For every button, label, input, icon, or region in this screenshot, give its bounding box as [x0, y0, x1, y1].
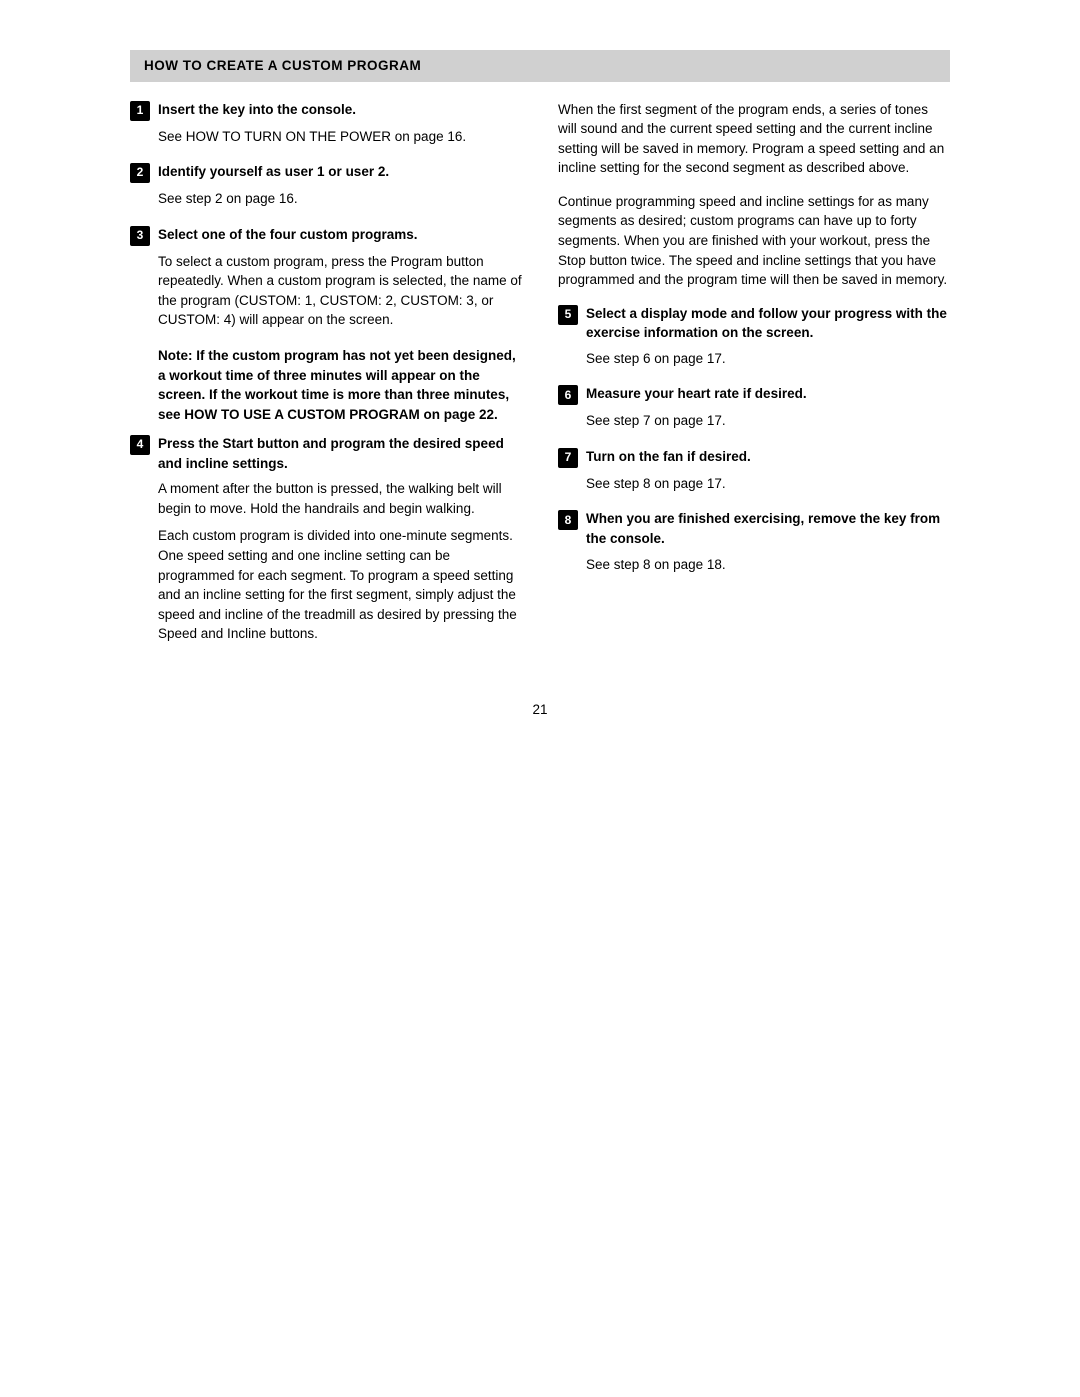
step-3-header: 3 Select one of the four custom programs…: [130, 225, 522, 246]
note-text: Note: If the custom program has not yet …: [158, 348, 516, 422]
step-5-title: Select a display mode and follow your pr…: [586, 304, 950, 343]
step-4-body: A moment after the button is pressed, th…: [158, 479, 522, 644]
step-2-number: 2: [130, 163, 150, 183]
step-8-title: When you are finished exercising, remove…: [586, 509, 950, 548]
step-6-text: See step 7 on page 17.: [586, 411, 950, 431]
step-2-text: See step 2 on page 16.: [158, 189, 522, 209]
step-8-number: 8: [558, 510, 578, 530]
step-1-body: See HOW TO TURN ON THE POWER on page 16.: [158, 127, 522, 147]
step-8-text: See step 8 on page 18.: [586, 555, 950, 575]
step-8-header: 8 When you are finished exercising, remo…: [558, 509, 950, 548]
step-6-body: See step 7 on page 17.: [586, 411, 950, 431]
step-3-text: To select a custom program, press the Pr…: [158, 252, 522, 330]
section-title: HOW TO CREATE A CUSTOM PROGRAM: [144, 58, 421, 73]
step-4-text-2: Each custom program is divided into one-…: [158, 526, 522, 643]
right-intro-2: Continue programming speed and incline s…: [558, 192, 950, 290]
step-7-title: Turn on the fan if desired.: [586, 447, 751, 467]
step-2-body: See step 2 on page 16.: [158, 189, 522, 209]
page-number: 21: [130, 700, 950, 720]
step-5-header: 5 Select a display mode and follow your …: [558, 304, 950, 343]
step-4-header: 4 Press the Start button and program the…: [130, 434, 522, 473]
step-4-text-1: A moment after the button is pressed, th…: [158, 479, 522, 518]
step-6-title: Measure your heart rate if desired.: [586, 384, 807, 404]
step-8-body: See step 8 on page 18.: [586, 555, 950, 575]
step-1-header: 1 Insert the key into the console.: [130, 100, 522, 121]
step-2-header: 2 Identify yourself as user 1 or user 2.: [130, 162, 522, 183]
section-header: HOW TO CREATE A CUSTOM PROGRAM: [130, 50, 950, 82]
step-1-title: Insert the key into the console.: [158, 100, 356, 120]
step-3-title: Select one of the four custom programs.: [158, 225, 418, 245]
step-7-body: See step 8 on page 17.: [586, 474, 950, 494]
two-column-layout: 1 Insert the key into the console. See H…: [130, 100, 950, 660]
right-column: When the first segment of the program en…: [558, 100, 950, 660]
right-intro-1: When the first segment of the program en…: [558, 100, 950, 178]
step-2-title: Identify yourself as user 1 or user 2.: [158, 162, 389, 182]
note-bold: Note: If the custom program has not yet …: [158, 346, 522, 424]
step-7-text: See step 8 on page 17.: [586, 474, 950, 494]
step-6-number: 6: [558, 385, 578, 405]
step-5-number: 5: [558, 305, 578, 325]
step-7-header: 7 Turn on the fan if desired.: [558, 447, 950, 468]
left-column: 1 Insert the key into the console. See H…: [130, 100, 522, 660]
page-number-text: 21: [532, 702, 547, 717]
step-5-body: See step 6 on page 17.: [586, 349, 950, 369]
step-7-number: 7: [558, 448, 578, 468]
step-6-header: 6 Measure your heart rate if desired.: [558, 384, 950, 405]
step-3-body: To select a custom program, press the Pr…: [158, 252, 522, 330]
page: HOW TO CREATE A CUSTOM PROGRAM 1 Insert …: [90, 0, 990, 779]
step-1-text: See HOW TO TURN ON THE POWER on page 16.: [158, 127, 522, 147]
step-5-text: See step 6 on page 17.: [586, 349, 950, 369]
step-1-number: 1: [130, 101, 150, 121]
step-3-number: 3: [130, 226, 150, 246]
step-4-number: 4: [130, 435, 150, 455]
step-4-title: Press the Start button and program the d…: [158, 434, 522, 473]
